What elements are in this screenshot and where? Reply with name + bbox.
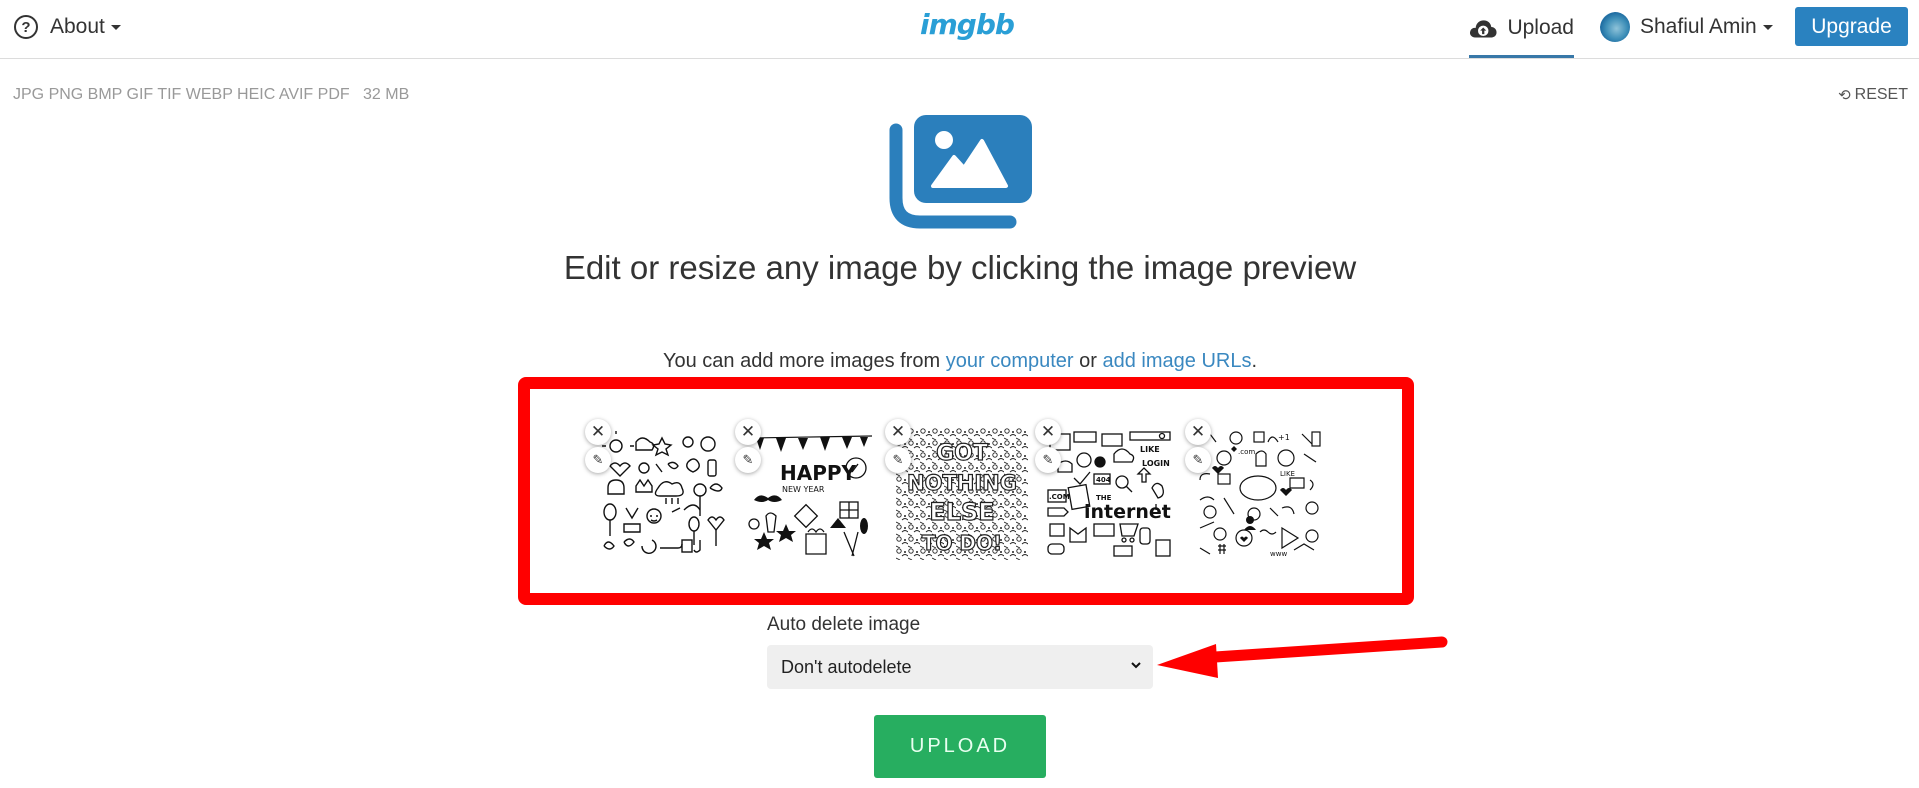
got-nothing-else-image: GOT NOTHING ELSE TO DO! — [896, 428, 1028, 560]
doodle-pattern-image — [596, 428, 728, 560]
happy-text: HAPPY — [780, 461, 857, 485]
help-circle-icon: ? — [14, 15, 38, 39]
max-file-size: 32 MB — [363, 86, 410, 103]
tab-upload[interactable]: Upload — [1469, 0, 1574, 59]
avatar — [1600, 12, 1630, 42]
page-title: Edit or resize any image by clicking the… — [563, 249, 1357, 286]
close-icon: ✕ — [1190, 422, 1206, 441]
image-preview-2[interactable]: HAPPY NEW YEAR — [746, 428, 878, 560]
close-icon: ✕ — [590, 422, 606, 441]
close-icon: ✕ — [890, 422, 906, 441]
new-year-text: NEW YEAR — [782, 485, 825, 494]
images-icon — [889, 115, 1032, 229]
got-text: GOT — [936, 441, 988, 466]
nothing-text: NOTHING — [907, 471, 1017, 495]
else-text: ELSE — [929, 498, 994, 526]
edit-image-4-button[interactable]: ✎ — [1035, 447, 1061, 473]
image-preview-4[interactable]: THE internet .COM LOGIN 404 LIKE — [1044, 428, 1176, 560]
about-label: About — [50, 15, 105, 38]
the-internet-image: THE internet .COM LOGIN 404 LIKE — [1044, 428, 1176, 560]
user-menu[interactable]: Shafiul Amin — [1600, 11, 1773, 43]
plus-one-text: +1 — [1278, 433, 1290, 442]
upload-button[interactable]: UPLOAD — [874, 715, 1046, 778]
add-image-urls-link[interactable]: add image URLs — [1102, 350, 1251, 372]
edit-icon: ✎ — [592, 452, 604, 467]
active-tab-indicator — [1469, 55, 1574, 58]
formats-list: JPG PNG BMP GIF TIF WEBP HEIC AVIF PDF — [13, 86, 350, 103]
auto-delete-label: Auto delete image — [767, 614, 921, 635]
internet-text: internet — [1084, 501, 1171, 523]
imgbb-logo[interactable]: imgbb — [920, 8, 1015, 41]
dotcom-text: .COM — [1049, 493, 1070, 501]
close-icon: ✕ — [740, 422, 756, 441]
remove-image-5-button[interactable]: ✕ — [1185, 419, 1211, 445]
tab-upload-label: Upload — [1507, 15, 1574, 39]
top-navbar: ? About imgbb Upload Shafiul Amin Upgrad… — [0, 0, 1919, 59]
www-text: www — [1270, 550, 1287, 558]
auto-delete-select[interactable]: Don't autodelete — [767, 645, 1153, 689]
auto-delete-value: Don't autodelete — [781, 656, 912, 677]
dotcom-text: .com — [1238, 448, 1255, 456]
remove-image-2-button[interactable]: ✕ — [735, 419, 761, 445]
close-icon: ✕ — [1040, 422, 1056, 441]
like-text: LIKE — [1280, 470, 1295, 478]
like-text: LIKE — [1140, 445, 1160, 454]
edit-icon: ✎ — [742, 452, 754, 467]
cloud-upload-icon — [1469, 19, 1497, 37]
edit-image-1-button[interactable]: ✎ — [585, 447, 611, 473]
caret-down-icon — [1762, 24, 1773, 30]
caret-down-icon — [110, 24, 121, 30]
your-computer-link[interactable]: your computer — [946, 350, 1074, 372]
edit-image-5-button[interactable]: ✎ — [1185, 447, 1211, 473]
remove-image-1-button[interactable]: ✕ — [585, 419, 611, 445]
user-name: Shafiul Amin — [1640, 15, 1757, 38]
undo-icon: ⟲ — [1838, 87, 1851, 104]
add-more-images-text: You can add more images from your comput… — [560, 350, 1360, 373]
reset-button[interactable]: ⟲ RESET — [1838, 86, 1908, 104]
social-media-image: .com +1 LIKE www — [1194, 428, 1326, 560]
edit-icon: ✎ — [892, 452, 904, 467]
image-preview-3[interactable]: GOT NOTHING ELSE TO DO! — [896, 428, 1028, 560]
happy-new-year-image: HAPPY NEW YEAR — [746, 428, 878, 560]
404-text: 404 — [1096, 476, 1111, 484]
subtitle-prefix: You can add more images from — [662, 350, 946, 372]
edit-icon: ✎ — [1192, 452, 1204, 467]
to-do-text: TO DO! — [922, 531, 1002, 555]
about-menu[interactable]: ? About — [14, 13, 121, 41]
chevron-down-icon — [1131, 662, 1141, 669]
remove-image-3-button[interactable]: ✕ — [885, 419, 911, 445]
remove-image-4-button[interactable]: ✕ — [1035, 419, 1061, 445]
subtitle-mid: or — [1073, 350, 1103, 372]
annotation-arrow — [1157, 636, 1448, 678]
subtitle-suffix: . — [1251, 350, 1258, 372]
image-preview-5[interactable]: .com +1 LIKE www — [1194, 428, 1326, 560]
upgrade-button[interactable]: Upgrade — [1795, 7, 1908, 46]
reset-label: RESET — [1854, 86, 1908, 103]
login-text: LOGIN — [1142, 459, 1170, 468]
edit-image-2-button[interactable]: ✎ — [735, 447, 761, 473]
supported-formats: JPG PNG BMP GIF TIF WEBP HEIC AVIF PDF 3… — [13, 86, 409, 104]
edit-image-3-button[interactable]: ✎ — [885, 447, 911, 473]
image-preview-1[interactable] — [596, 428, 728, 560]
edit-icon: ✎ — [1042, 452, 1054, 467]
